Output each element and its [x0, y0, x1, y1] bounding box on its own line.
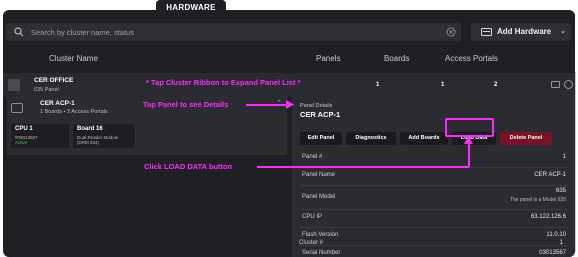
cpu-box[interactable]: CPU 1 #03013567 Active — [11, 124, 69, 148]
cluster-icon — [8, 79, 20, 91]
clear-search-icon[interactable] — [446, 27, 456, 37]
load-data-highlight — [445, 118, 494, 137]
detail-row-panel-name: Panel Name CER ACP-1 — [300, 168, 568, 186]
annotation-tap-panel: Tap Panel to see Details — [143, 100, 229, 109]
status-badge: Active — [15, 140, 28, 145]
search-icon — [14, 27, 24, 37]
cluster-name: CER OFFICE — [34, 77, 74, 84]
annotation-arrow-load-data — [257, 166, 469, 168]
annotation-arrow-vertical — [468, 140, 470, 167]
panel-list-icon[interactable] — [551, 81, 560, 88]
panel-icon — [11, 103, 23, 113]
panel-name: CER ACP-1 — [40, 100, 75, 107]
search-input[interactable] — [31, 25, 431, 39]
cluster-boards-count: 1 — [441, 82, 445, 88]
annotation-click-load-data: Click LOAD DATA button — [144, 162, 233, 171]
add-hardware-button[interactable]: Add Hardware ⌄ — [471, 23, 571, 41]
chevron-down-icon: ⌄ — [560, 28, 566, 35]
panel-subtitle: 1 Boards • 2 Access Portals — [40, 109, 108, 115]
header-cluster-name[interactable]: Cluster Name — [49, 54, 98, 63]
options-icon[interactable] — [564, 80, 573, 89]
add-boards-button[interactable]: Add Boards — [400, 132, 448, 145]
board-box[interactable]: Board 16 Dual Reader Module (DRM 634) — [73, 124, 135, 148]
edit-panel-button[interactable]: Edit Panel — [300, 132, 342, 145]
delete-panel-button[interactable]: Delete Panel — [500, 132, 552, 145]
cluster-panels-count: 1 — [376, 82, 380, 88]
hardware-icon — [481, 28, 492, 36]
detail-row-panel-model: Panel Model 635 The panel is a Model 635 — [300, 186, 568, 210]
cluster-subtitle: 635 Panel — [34, 87, 59, 93]
diagnostics-button[interactable]: Diagnostics — [346, 132, 396, 145]
panel-details: Panel Details CER ACP-1 Edit Panel Diagn… — [292, 97, 575, 257]
scrollbar[interactable] — [575, 72, 576, 252]
header-access-portals[interactable]: Access Portals — [445, 54, 498, 63]
header-panels[interactable]: Panels — [316, 54, 340, 63]
details-section-label: Panel Details — [300, 103, 333, 109]
annotation-arrow-details — [246, 104, 288, 106]
chevron-up-icon[interactable]: ⌃ — [276, 99, 282, 107]
annotation-arrowhead-icon — [286, 100, 294, 109]
annotation-tap-cluster: * Tap Cluster Ribbon to Expand Panel Lis… — [146, 78, 301, 87]
detail-row-cpu-ip: CPU IP 63.122.126.6 — [300, 210, 568, 228]
annotation-arrowhead-up-icon — [464, 136, 473, 144]
cluster-portals-count: 2 — [494, 82, 498, 88]
search-bar — [6, 23, 461, 41]
details-title: CER ACP-1 — [300, 110, 341, 119]
header-boards[interactable]: Boards — [384, 54, 409, 63]
detail-row-cluster-number: Cluster #1 — [299, 240, 563, 246]
